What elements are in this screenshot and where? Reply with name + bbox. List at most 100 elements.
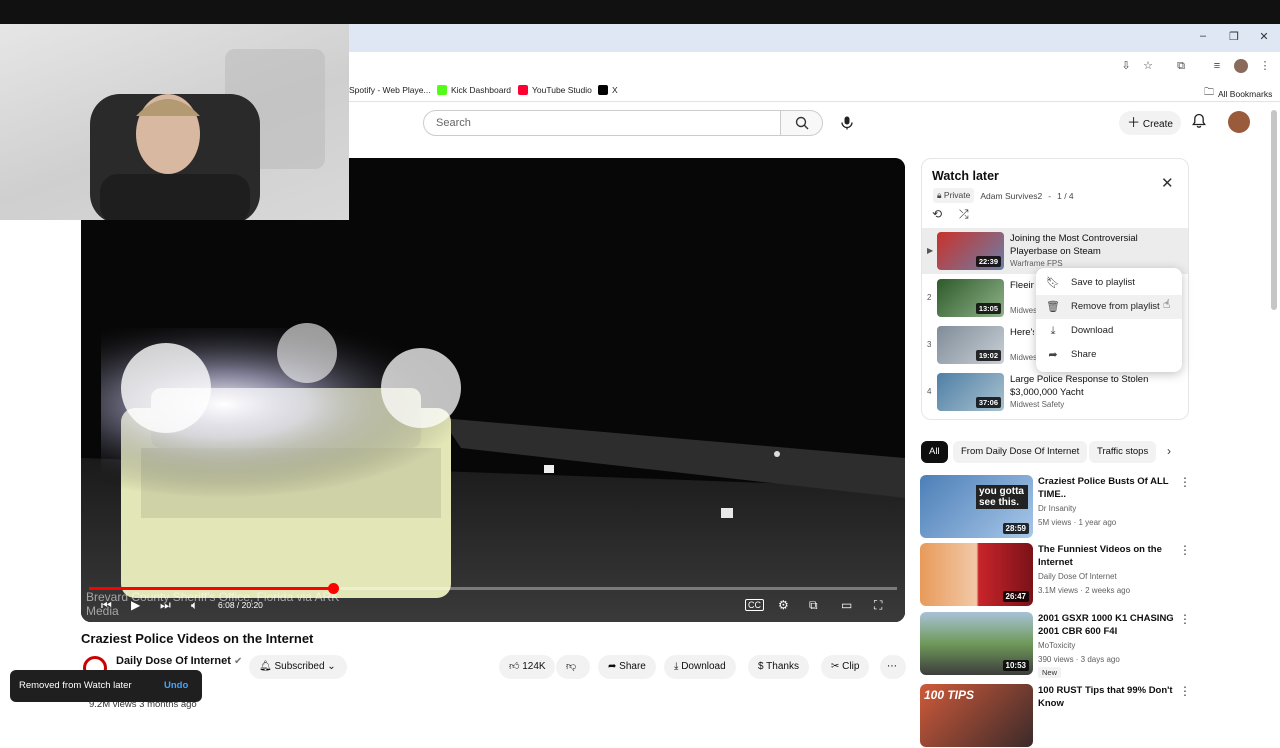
remove-from-playlist-menu-item[interactable]: 🗑︎ Remove from playlist — [1036, 295, 1182, 319]
next-icon[interactable]: ⏭ — [160, 598, 171, 612]
video-thumbnail: 100 TIPS — [920, 684, 1033, 747]
subscribe-button[interactable]: 🔔︎ Subscribed ⌄ — [249, 655, 347, 679]
save-to-playlist-menu-item[interactable]: 🔖︎ Save to playlist — [1036, 271, 1182, 295]
more-actions-button[interactable]: ⋯ — [880, 655, 906, 679]
bell-icon — [1192, 113, 1206, 128]
play-icon[interactable]: ▶ — [131, 598, 140, 612]
like-count: 124K — [522, 661, 546, 672]
trash-icon: 🗑︎ — [1046, 301, 1060, 313]
miniplayer-icon[interactable]: ⧉ — [809, 598, 818, 612]
recommended-video[interactable]: 10:53 2001 GSXR 1000 K1 CHASING 2001 CBR… — [920, 612, 1191, 678]
privacy-label: Private — [943, 190, 971, 200]
microphone-icon — [841, 116, 853, 130]
bookmark-x[interactable]: X — [598, 85, 618, 95]
duration-badge: 28:59 — [1002, 523, 1029, 534]
bookmark-label: Spotify - Web Playe... — [349, 85, 431, 95]
channel-name[interactable]: Daily Dose Of Internet ✔ — [116, 655, 242, 667]
fullscreen-icon[interactable]: ⛶ — [874, 598, 882, 612]
recommended-video[interactable]: you gotta see this. 28:59 Craziest Polic… — [920, 475, 1191, 539]
close-icon[interactable]: ✕ — [1161, 174, 1174, 192]
chevron-right-icon[interactable]: › — [1167, 444, 1171, 458]
create-button[interactable]: ＋ Create — [1119, 111, 1181, 135]
thanks-button[interactable]: $ Thanks — [748, 655, 809, 679]
profile-avatar-icon[interactable] — [1234, 59, 1248, 73]
loop-icon[interactable]: ⟲ — [932, 207, 942, 221]
more-vertical-icon[interactable]: ⋮ — [1179, 684, 1191, 698]
playlist-item-title: Fleeing Suspect Crashes $100,000 Car — [1010, 280, 1034, 291]
video-player[interactable] — [81, 158, 905, 622]
search-button[interactable] — [781, 110, 823, 136]
playlist-item-context-menu: 🔖︎ Save to playlist 🗑︎ Remove from playl… — [1036, 268, 1182, 372]
playlist-item-index: ▶ — [927, 246, 934, 255]
chip-traffic-stops[interactable]: Traffic stops — [1089, 441, 1157, 463]
bell-icon: 🔔︎ — [259, 661, 272, 672]
more-vertical-icon[interactable]: ⋮ — [1179, 475, 1191, 489]
recommended-video-title: The Funniest Videos on the Internet — [1038, 544, 1162, 568]
all-bookmarks[interactable]: 🗀 All Bookmarks — [1204, 85, 1272, 102]
minimize-icon[interactable]: – — [1196, 30, 1210, 42]
video-thumbnail: 10:53 — [920, 612, 1033, 675]
restore-icon[interactable]: ❐ — [1227, 30, 1241, 43]
account-avatar[interactable] — [1228, 111, 1250, 133]
media-control-icon[interactable]: ≡ — [1210, 59, 1224, 73]
like-button[interactable]: 👍︎ 124K — [499, 655, 555, 679]
page-scrollbar[interactable] — [1271, 110, 1277, 310]
voice-search-button[interactable] — [834, 110, 860, 136]
clip-button[interactable]: ✂ Clip — [821, 655, 870, 679]
chip-all[interactable]: All — [921, 441, 948, 463]
share-menu-item[interactable]: ➦ Share — [1036, 343, 1182, 367]
more-vertical-icon[interactable]: ⋮ — [1179, 612, 1191, 626]
download-icon: ⤓ — [674, 661, 679, 672]
playlist-owner[interactable]: Adam Survives2 — [980, 191, 1042, 201]
recommended-video-title: 100 RUST Tips that 99% Don't Know — [1038, 685, 1173, 709]
star-icon[interactable]: ☆ — [1141, 59, 1155, 73]
playlist-title[interactable]: Watch later — [932, 169, 999, 183]
extensions-icon[interactable]: ⧉ — [1174, 59, 1188, 73]
menu-item-label: Download — [1071, 325, 1114, 336]
playlist-item-index: 3 — [927, 340, 932, 349]
settings-icon[interactable]: ⚙ — [778, 598, 789, 612]
thanks-label: Thanks — [766, 661, 799, 672]
bookmark-youtube-studio[interactable]: YouTube Studio — [518, 85, 592, 95]
webcam-overlay — [0, 24, 349, 220]
download-button[interactable]: ⤓ Download — [664, 655, 736, 679]
new-badge: New — [1038, 667, 1062, 678]
bookmark-spotify[interactable]: Spotify - Web Playe... — [349, 85, 431, 95]
subscribe-label: Subscribed — [274, 661, 325, 672]
volume-icon[interactable]: 🔈︎ — [191, 598, 198, 612]
close-window-icon[interactable]: ✕ — [1257, 30, 1271, 43]
dislike-button[interactable]: 👎︎ — [556, 655, 590, 679]
share-button[interactable]: ➦ Share — [598, 655, 656, 679]
previous-icon[interactable]: ⏮ — [101, 598, 112, 612]
install-app-icon[interactable]: ⇩ — [1119, 59, 1133, 73]
duration-badge: 13:05 — [975, 303, 1001, 314]
bookmark-icon: 🔖︎ — [1046, 277, 1060, 289]
download-menu-item[interactable]: ⤓ Download — [1036, 319, 1182, 343]
menu-item-label: Share — [1071, 349, 1097, 360]
theater-mode-icon[interactable]: ▭ — [841, 598, 852, 612]
notifications-button[interactable] — [1192, 113, 1206, 132]
playlist-item-channel: Midwest Safety — [1010, 400, 1065, 409]
captions-icon[interactable]: CC — [745, 599, 764, 611]
create-label: Create — [1142, 119, 1173, 130]
playlist-item[interactable]: 4 37:06 Large Police Response to Stolen … — [922, 369, 1188, 415]
thumbs-down-icon: 👎︎ — [566, 661, 577, 672]
recommended-video[interactable]: 100 TIPS 100 RUST Tips that 99% Don't Kn… — [920, 684, 1191, 748]
duration-badge: 19:02 — [975, 350, 1001, 361]
more-vertical-icon[interactable]: ⋮ — [1179, 543, 1191, 557]
chip-from-channel[interactable]: From Daily Dose Of Internet — [953, 441, 1088, 463]
chevron-down-icon: ⌄ — [327, 661, 336, 672]
browser-menu-icon[interactable]: ⋮ — [1258, 59, 1272, 73]
bookmark-kick[interactable]: Kick Dashboard — [437, 85, 511, 95]
mouse-cursor-icon: ☝ — [1163, 297, 1171, 311]
playlist-item-index: 2 — [927, 293, 932, 302]
playlist-separator: - — [1048, 190, 1052, 201]
search-input[interactable]: Search — [423, 110, 781, 136]
toast-message: Removed from Watch later — [19, 680, 132, 691]
shuffle-icon[interactable]: ⤮ — [959, 207, 969, 222]
recommended-video[interactable]: 26:47 The Funniest Videos on the Interne… — [920, 543, 1191, 607]
progress-scrubber[interactable] — [328, 583, 339, 594]
recommended-video-title: 2001 GSXR 1000 K1 CHASING 2001 CBR 600 F… — [1038, 613, 1174, 637]
video-thumbnail: 26:47 — [920, 543, 1033, 606]
undo-button[interactable]: Undo — [164, 680, 188, 691]
